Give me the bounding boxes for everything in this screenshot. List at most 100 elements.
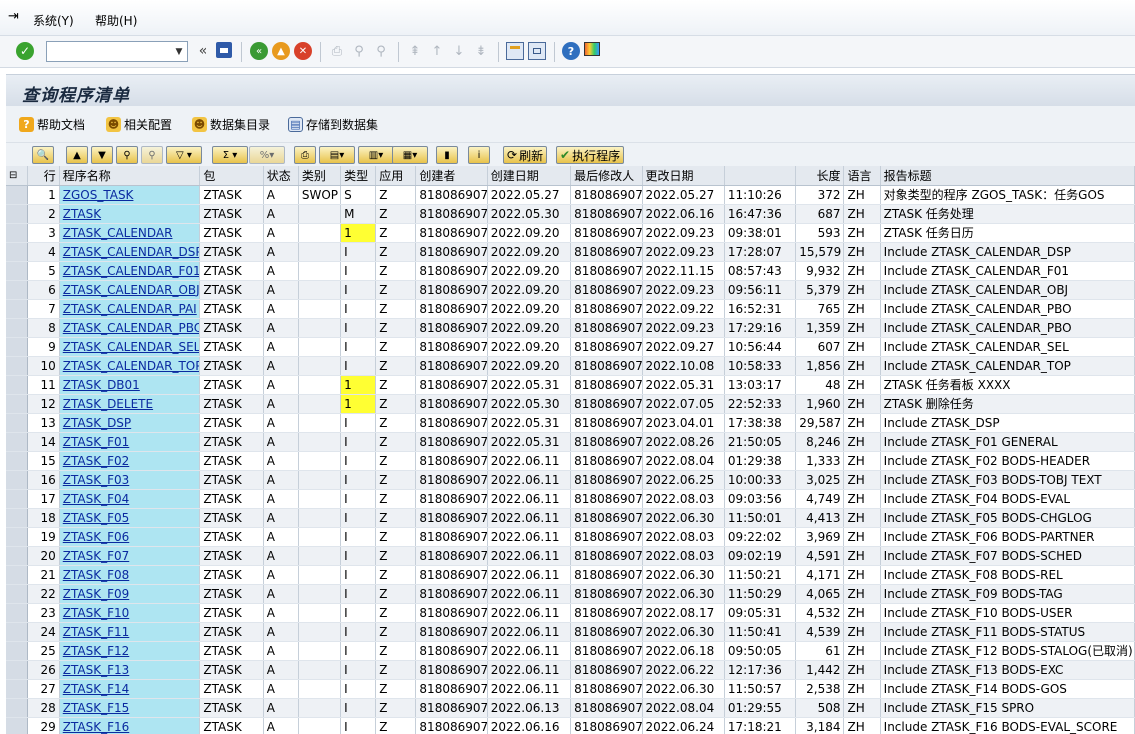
cell-program-name[interactable]: ZTASK_CALENDAR_SEL (59, 337, 201, 357)
table-row[interactable]: 29 ZTASK_F16 ZTASK A I Z 818086907 2022.06.16 81… (6, 717, 1135, 734)
cell-program-name[interactable]: ZTASK_F11 (59, 622, 201, 642)
cell-program-name[interactable]: ZTASK_F05 (59, 508, 201, 528)
table-row[interactable]: 28 ZTASK_F15 ZTASK A I Z 818086907 2022.06.13 81… (6, 698, 1135, 718)
cell-program-name[interactable]: ZTASK_CALENDAR_PAI (59, 299, 201, 319)
export-icon[interactable]: ▤▾ (319, 146, 355, 164)
table-row[interactable]: 16 ZTASK_F03 ZTASK A I Z 818086907 2022.06.11 81… (6, 470, 1135, 490)
table-row[interactable]: 26 ZTASK_F13 ZTASK A I Z 818086907 2022.06.11 81… (6, 660, 1135, 680)
program-link[interactable]: ZTASK_DB01 (63, 378, 140, 392)
row-selector[interactable] (6, 584, 28, 604)
table-row[interactable]: 11 ZTASK_DB01 ZTASK A 1 Z 818086907 2022.05.31 8… (6, 375, 1135, 395)
cell-program-name[interactable]: ZTASK_F04 (59, 489, 201, 509)
program-link[interactable]: ZTASK_F05 (63, 511, 130, 525)
row-selector[interactable] (6, 641, 28, 661)
row-selector[interactable] (6, 394, 28, 414)
cell-program-name[interactable]: ZTASK_F10 (59, 603, 201, 623)
select-all-icon[interactable]: ⊟ (6, 166, 28, 186)
row-selector[interactable] (6, 185, 28, 205)
program-link[interactable]: ZTASK_F06 (63, 530, 130, 544)
cell-program-name[interactable]: ZTASK_F16 (59, 717, 201, 734)
row-selector[interactable] (6, 489, 28, 509)
customize-layout-icon[interactable] (584, 42, 600, 56)
program-link[interactable]: ZTASK_CALENDAR_SEL (63, 340, 199, 354)
column-header-program-name[interactable]: 程序名称 (59, 166, 201, 186)
program-link[interactable]: ZTASK_F04 (63, 492, 130, 506)
table-row[interactable]: 1 ZGOS_TASK ZTASK A SWOP S Z 818086907 2022.05.2… (6, 185, 1135, 205)
table-row[interactable]: 24 ZTASK_F11 ZTASK A I Z 818086907 2022.06.11 81… (6, 622, 1135, 642)
column-header-application[interactable]: 应用 (375, 166, 417, 186)
row-selector[interactable] (6, 470, 28, 490)
column-header-creator[interactable]: 创建者 (415, 166, 488, 186)
history-icon[interactable]: « (194, 42, 212, 60)
program-link[interactable]: ZTASK (63, 207, 101, 221)
program-link[interactable]: ZTASK_F01 (63, 435, 130, 449)
column-header-type[interactable]: 类型 (340, 166, 377, 186)
program-link[interactable]: ZTASK_F03 (63, 473, 130, 487)
command-field[interactable]: ▼ (46, 41, 188, 62)
row-selector[interactable] (6, 280, 28, 300)
column-header-create-date[interactable]: 创建日期 (487, 166, 572, 186)
cell-program-name[interactable]: ZTASK_DELETE (59, 394, 201, 414)
info-icon[interactable]: i (468, 146, 490, 164)
program-link[interactable]: ZTASK_F10 (63, 606, 130, 620)
cell-program-name[interactable]: ZTASK_F07 (59, 546, 201, 566)
cell-program-name[interactable]: ZGOS_TASK (59, 185, 201, 205)
window-menu-icon[interactable]: ⇥ (8, 9, 19, 24)
table-row[interactable]: 8 ZTASK_CALENDAR_PBO ZTASK A I Z 818086907 2022… (6, 318, 1135, 338)
save-icon[interactable] (216, 42, 232, 58)
help-doc-button[interactable]: ? 帮助文档 (19, 116, 85, 133)
program-link[interactable]: ZTASK_CALENDAR_F01 (63, 264, 199, 278)
chevron-down-icon[interactable]: ▼ (171, 42, 187, 61)
cell-program-name[interactable]: ZTASK_CALENDAR_PBO (59, 318, 201, 338)
dataset-dir-button[interactable]: ☻ 数据集目录 (192, 116, 270, 133)
program-link[interactable]: ZTASK_DSP (63, 416, 131, 430)
layout-icon[interactable]: ▦▾ (392, 146, 428, 164)
row-selector[interactable] (6, 527, 28, 547)
menu-system[interactable]: 系统(Y) (33, 12, 74, 29)
program-link[interactable]: ZTASK_DELETE (63, 397, 153, 411)
table-row[interactable]: 6 ZTASK_CALENDAR_OBJ ZTASK A I Z 818086907 2022… (6, 280, 1135, 300)
cell-program-name[interactable]: ZTASK_F01 (59, 432, 201, 452)
cell-program-name[interactable]: ZTASK_F02 (59, 451, 201, 471)
sum-icon[interactable]: Σ ▾ (212, 146, 248, 164)
cell-program-name[interactable]: ZTASK_CALENDAR_F01 (59, 261, 201, 281)
program-link[interactable]: ZTASK_F08 (63, 568, 130, 582)
related-config-button[interactable]: ☻ 相关配置 (106, 116, 172, 133)
row-selector[interactable] (6, 204, 28, 224)
new-session-icon[interactable] (506, 42, 524, 60)
row-selector[interactable] (6, 299, 28, 319)
row-selector[interactable] (6, 337, 28, 357)
column-header-report-title[interactable]: 报告标题 (880, 166, 1135, 186)
table-row[interactable]: 15 ZTASK_F02 ZTASK A I Z 818086907 2022.06.11 81… (6, 451, 1135, 471)
view-icon[interactable]: ▥▾ (358, 146, 394, 164)
table-row[interactable]: 19 ZTASK_F06 ZTASK A I Z 818086907 2022.06.11 81… (6, 527, 1135, 547)
table-row[interactable]: 10 ZTASK_CALENDAR_TOP ZTASK A I Z 818086907 202… (6, 356, 1135, 376)
row-selector[interactable] (6, 261, 28, 281)
row-selector[interactable] (6, 679, 28, 699)
table-row[interactable]: 22 ZTASK_F09 ZTASK A I Z 818086907 2022.06.11 81… (6, 584, 1135, 604)
cell-program-name[interactable]: ZTASK_CALENDAR_DSP (59, 242, 201, 262)
row-selector[interactable] (6, 622, 28, 642)
row-selector[interactable] (6, 565, 28, 585)
program-link[interactable]: ZTASK_F14 (63, 682, 130, 696)
print-preview-icon[interactable]: ⎙ (294, 146, 316, 164)
table-row[interactable]: 4 ZTASK_CALENDAR_DSP ZTASK A I Z 818086907 2022… (6, 242, 1135, 262)
graphic-icon[interactable]: ▮ (436, 146, 458, 164)
cell-program-name[interactable]: ZTASK_F15 (59, 698, 201, 718)
table-row[interactable]: 17 ZTASK_F04 ZTASK A I Z 818086907 2022.06.11 81… (6, 489, 1135, 509)
program-link[interactable]: ZTASK_F09 (63, 587, 130, 601)
program-link[interactable]: ZTASK_F16 (63, 720, 130, 734)
table-row[interactable]: 12 ZTASK_DELETE ZTASK A 1 Z 818086907 2022.05.3… (6, 394, 1135, 414)
column-header-package[interactable]: 包 (199, 166, 264, 186)
row-selector[interactable] (6, 508, 28, 528)
cell-program-name[interactable]: ZTASK_CALENDAR (59, 223, 201, 243)
execute-program-button[interactable]: ✔ 执行程序 (556, 146, 625, 164)
column-header-change-date[interactable]: 更改日期 (642, 166, 725, 186)
sort-descending-icon[interactable]: ▼ (91, 146, 113, 164)
refresh-button[interactable]: ⟳ 刷新 (503, 146, 548, 164)
cell-program-name[interactable]: ZTASK (59, 204, 201, 224)
table-row[interactable]: 7 ZTASK_CALENDAR_PAI ZTASK A I Z 818086907 2022… (6, 299, 1135, 319)
column-header-category[interactable]: 类别 (298, 166, 342, 186)
row-selector[interactable] (6, 660, 28, 680)
program-link[interactable]: ZGOS_TASK (63, 188, 134, 202)
